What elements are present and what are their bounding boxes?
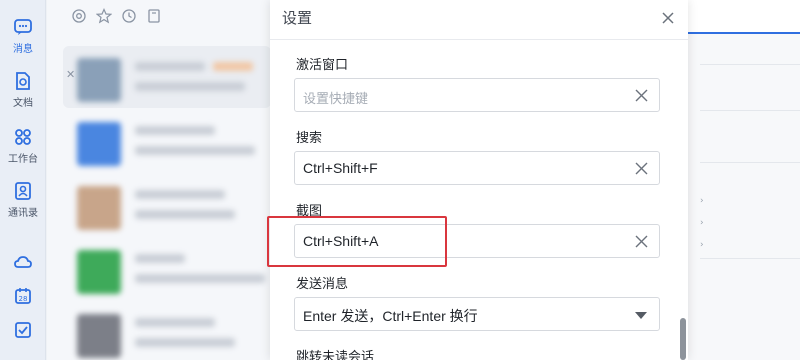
nav-item-docs[interactable]: 文档 [0, 66, 46, 114]
doc-list-icon[interactable] [146, 8, 162, 24]
shortcut-value: Ctrl+Shift+A [303, 233, 379, 249]
blurred-text [135, 274, 265, 283]
doc-icon [16, 72, 30, 90]
blurred-text [135, 338, 235, 347]
shortcut-placeholder: 设置快捷键 [303, 91, 369, 106]
search-shortcut-input[interactable]: Ctrl+Shift+F [294, 151, 660, 185]
todo-icon [15, 322, 31, 338]
calendar-icon: 28 [15, 288, 31, 304]
blurred-text [135, 318, 215, 327]
blurred-text [135, 82, 245, 91]
nav-label: 消息 [13, 44, 33, 55]
avatar [77, 314, 121, 358]
chevron-right-icon: › [700, 240, 704, 250]
avatar [77, 58, 121, 102]
nav-item-workbench[interactable]: 工作台 [0, 122, 46, 170]
list-item[interactable] [63, 174, 271, 236]
caret-down-icon [635, 312, 647, 319]
chevron-right-icon: › [700, 196, 704, 206]
blurred-text [135, 190, 225, 199]
screenshot-shortcut-input[interactable]: Ctrl+Shift+A [294, 224, 660, 258]
list-item[interactable]: ✕ [63, 46, 271, 108]
field-label-jump-unread: 跳转未读会话 [296, 350, 375, 360]
blurred-text [213, 62, 253, 71]
clear-icon[interactable] [634, 234, 649, 249]
calendar-day: 28 [19, 295, 28, 303]
list-item[interactable] [63, 110, 271, 172]
blurred-text [135, 146, 255, 155]
close-icon[interactable]: ✕ [66, 68, 75, 81]
blurred-text [135, 210, 235, 219]
contacts-icon [15, 182, 31, 200]
select-value: Enter 发送，Ctrl+Enter 换行 [303, 308, 478, 324]
dialog-header: 设置 [270, 0, 688, 40]
field-label-activate-window: 激活窗口 [296, 58, 349, 73]
left-nav: 消息 文档 工作台 通讯录 28 [0, 0, 46, 360]
divider [700, 258, 800, 259]
right-panel-header [688, 0, 800, 34]
shortcut-value: Ctrl+Shift+F [303, 160, 378, 176]
clear-icon[interactable] [634, 161, 649, 176]
clear-icon[interactable] [634, 88, 649, 103]
chat-icon [14, 19, 32, 35]
at-icon[interactable] [71, 8, 87, 24]
send-message-select[interactable]: Enter 发送，Ctrl+Enter 换行 [294, 297, 660, 331]
nav-item-messages[interactable]: 消息 [0, 12, 46, 60]
field-label-screenshot: 截图 [296, 204, 323, 219]
settings-dialog: 设置 激活窗口 设置快捷键 搜索 Ctrl+Shift+F 截图 Ctrl+Sh… [270, 0, 688, 360]
scrollbar-thumb[interactable] [680, 318, 686, 360]
avatar [77, 186, 121, 230]
field-label-search: 搜索 [296, 131, 323, 146]
list-toolbar [71, 8, 162, 24]
nav-item-todo[interactable] [0, 306, 46, 354]
nav-item-contacts[interactable]: 通讯录 [0, 176, 46, 224]
chevron-right-icon: › [700, 218, 704, 228]
conversation-list: ✕ [47, 0, 272, 360]
close-icon[interactable] [658, 8, 678, 28]
list-item[interactable] [63, 238, 271, 300]
blurred-text [135, 126, 215, 135]
divider [700, 64, 800, 65]
blurred-text [135, 62, 205, 71]
nav-label: 文档 [13, 98, 33, 109]
star-icon[interactable] [96, 8, 112, 24]
dialog-title: 设置 [282, 9, 313, 27]
divider [700, 162, 800, 163]
history-icon[interactable] [121, 8, 137, 24]
avatar [77, 250, 121, 294]
list-item[interactable] [63, 302, 271, 360]
nav-label: 工作台 [8, 154, 38, 165]
blurred-text [135, 254, 185, 263]
nav-label: 通讯录 [8, 208, 38, 219]
divider [700, 110, 800, 111]
cloud-icon [14, 256, 32, 268]
avatar [77, 122, 121, 166]
activate-window-shortcut-input[interactable]: 设置快捷键 [294, 78, 660, 112]
field-label-send-message: 发送消息 [296, 277, 349, 292]
right-panel [688, 0, 800, 360]
workbench-icon [15, 129, 31, 145]
